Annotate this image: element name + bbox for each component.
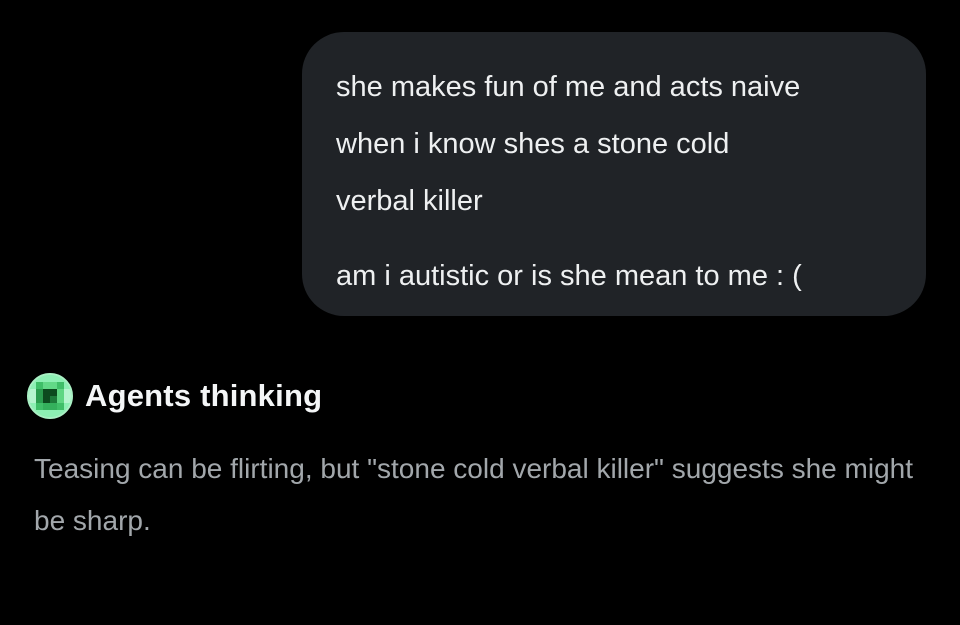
pixel-orb-icon-graphic	[29, 375, 71, 417]
user-message-line: when i know shes a stone cold	[336, 128, 730, 160]
user-message-line: she makes fun of me and acts naive	[336, 71, 801, 103]
user-message-paragraph-1: she makes fun of me and acts naive when …	[336, 59, 892, 230]
agent-title: Agents thinking	[85, 378, 323, 413]
user-message-paragraph-2: am i autistic or is she mean to me : (	[336, 260, 802, 292]
user-message-line: verbal killer	[336, 185, 483, 217]
agent-response-text: Teasing can be flirting, but "stone cold…	[34, 453, 914, 536]
pixel-orb-icon	[27, 373, 73, 419]
user-message-bubble: she makes fun of me and acts naive when …	[302, 32, 926, 316]
agent-header: Agents thinking	[27, 372, 322, 420]
